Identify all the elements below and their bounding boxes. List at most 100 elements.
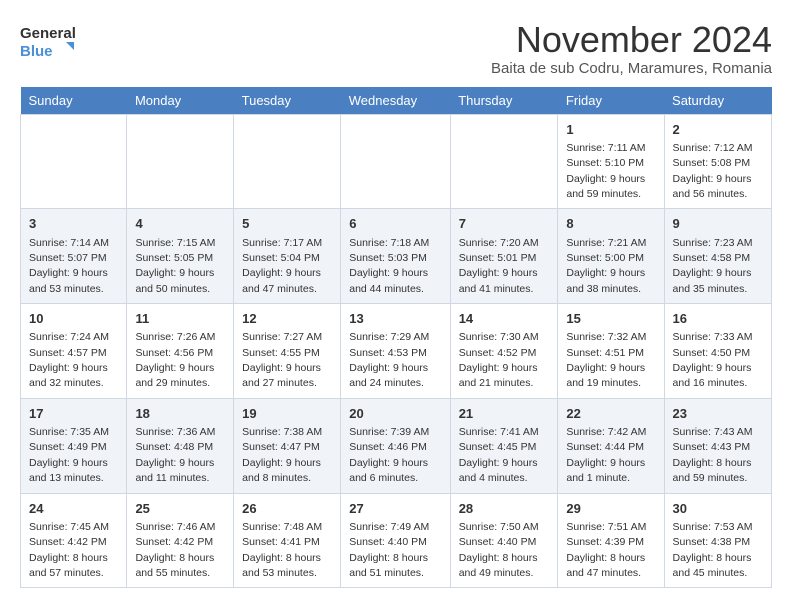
- day-info: Sunrise: 7:35 AM Sunset: 4:49 PM Dayligh…: [29, 426, 109, 484]
- day-number: 8: [566, 215, 655, 233]
- weekday-header-thursday: Thursday: [450, 87, 558, 115]
- logo-svg: GeneralBlue: [20, 20, 80, 64]
- day-info: Sunrise: 7:36 AM Sunset: 4:48 PM Dayligh…: [135, 426, 215, 484]
- day-number: 13: [349, 310, 441, 328]
- calendar-cell: [234, 114, 341, 209]
- weekday-header-tuesday: Tuesday: [234, 87, 341, 115]
- calendar-cell: 21 Sunrise: 7:41 AM Sunset: 4:45 PM Dayli…: [450, 398, 558, 493]
- day-number: 29: [566, 500, 655, 518]
- calendar-cell: 19 Sunrise: 7:38 AM Sunset: 4:47 PM Dayli…: [234, 398, 341, 493]
- calendar-week-row: 17 Sunrise: 7:35 AM Sunset: 4:49 PM Dayli…: [21, 398, 772, 493]
- calendar-cell: 15 Sunrise: 7:32 AM Sunset: 4:51 PM Dayli…: [558, 304, 664, 399]
- day-number: 16: [673, 310, 763, 328]
- calendar-cell: 1Sunrise: 7:11 AM Sunset: 5:10 PM Daylig…: [558, 114, 664, 209]
- calendar-cell: [341, 114, 450, 209]
- day-number: 1: [566, 121, 655, 139]
- calendar-cell: 18Sunrise: 7:36 AM Sunset: 4:48 PM Dayli…: [127, 398, 234, 493]
- day-info: Sunrise: 7:42 AM Sunset: 4:44 PM Dayligh…: [566, 426, 646, 484]
- day-number: 14: [459, 310, 550, 328]
- calendar-week-row: 3 Sunrise: 7:14 AM Sunset: 5:07 PM Daylig…: [21, 209, 772, 304]
- day-info: Sunrise: 7:17 AM Sunset: 5:04 PM Dayligh…: [242, 237, 322, 295]
- day-info: Sunrise: 7:33 AM Sunset: 4:50 PM Dayligh…: [673, 331, 753, 389]
- day-number: 9: [673, 215, 763, 233]
- day-info: Sunrise: 7:38 AM Sunset: 4:47 PM Dayligh…: [242, 426, 322, 484]
- day-info: Sunrise: 7:21 AM Sunset: 5:00 PM Dayligh…: [566, 237, 646, 295]
- day-number: 24: [29, 500, 118, 518]
- day-info: Sunrise: 7:50 AM Sunset: 4:40 PM Dayligh…: [459, 521, 539, 579]
- calendar-cell: 2 Sunrise: 7:12 AM Sunset: 5:08 PM Daylig…: [664, 114, 771, 209]
- day-info: Sunrise: 7:14 AM Sunset: 5:07 PM Dayligh…: [29, 237, 109, 295]
- day-info: Sunrise: 7:32 AM Sunset: 4:51 PM Dayligh…: [566, 331, 646, 389]
- calendar-cell: 3 Sunrise: 7:14 AM Sunset: 5:07 PM Daylig…: [21, 209, 127, 304]
- calendar-cell: 7 Sunrise: 7:20 AM Sunset: 5:01 PM Daylig…: [450, 209, 558, 304]
- svg-text:General: General: [20, 25, 76, 42]
- calendar-cell: 11Sunrise: 7:26 AM Sunset: 4:56 PM Dayli…: [127, 304, 234, 399]
- weekday-header-saturday: Saturday: [664, 87, 771, 115]
- day-number: 21: [459, 405, 550, 423]
- weekday-header-monday: Monday: [127, 87, 234, 115]
- calendar-cell: 28 Sunrise: 7:50 AM Sunset: 4:40 PM Dayli…: [450, 493, 558, 588]
- calendar-cell: 9 Sunrise: 7:23 AM Sunset: 4:58 PM Daylig…: [664, 209, 771, 304]
- day-info: Sunrise: 7:18 AM Sunset: 5:03 PM Dayligh…: [349, 237, 429, 295]
- day-info: Sunrise: 7:12 AM Sunset: 5:08 PM Dayligh…: [673, 142, 753, 200]
- calendar-cell: [21, 114, 127, 209]
- day-number: 3: [29, 215, 118, 233]
- day-number: 11: [135, 310, 225, 328]
- calendar-cell: 29 Sunrise: 7:51 AM Sunset: 4:39 PM Dayli…: [558, 493, 664, 588]
- day-number: 12: [242, 310, 332, 328]
- month-title: November 2024: [491, 20, 772, 60]
- day-info: Sunrise: 7:27 AM Sunset: 4:55 PM Dayligh…: [242, 331, 322, 389]
- weekday-header-wednesday: Wednesday: [341, 87, 450, 115]
- weekday-header-friday: Friday: [558, 87, 664, 115]
- day-number: 20: [349, 405, 441, 423]
- day-number: 19: [242, 405, 332, 423]
- weekday-header-sunday: Sunday: [21, 87, 127, 115]
- calendar-cell: 6 Sunrise: 7:18 AM Sunset: 5:03 PM Daylig…: [341, 209, 450, 304]
- day-number: 15: [566, 310, 655, 328]
- day-info: Sunrise: 7:20 AM Sunset: 5:01 PM Dayligh…: [459, 237, 539, 295]
- day-number: 2: [673, 121, 763, 139]
- day-number: 6: [349, 215, 441, 233]
- calendar-week-row: 24Sunrise: 7:45 AM Sunset: 4:42 PM Dayli…: [21, 493, 772, 588]
- calendar-cell: [450, 114, 558, 209]
- day-number: 7: [459, 215, 550, 233]
- day-info: Sunrise: 7:43 AM Sunset: 4:43 PM Dayligh…: [673, 426, 753, 484]
- calendar-cell: 4 Sunrise: 7:15 AM Sunset: 5:05 PM Daylig…: [127, 209, 234, 304]
- calendar-cell: [127, 114, 234, 209]
- day-number: 25: [135, 500, 225, 518]
- calendar-cell: 5 Sunrise: 7:17 AM Sunset: 5:04 PM Daylig…: [234, 209, 341, 304]
- day-info: Sunrise: 7:15 AM Sunset: 5:05 PM Dayligh…: [135, 237, 215, 295]
- day-info: Sunrise: 7:48 AM Sunset: 4:41 PM Dayligh…: [242, 521, 322, 579]
- day-number: 17: [29, 405, 118, 423]
- day-number: 5: [242, 215, 332, 233]
- logo: GeneralBlue: [20, 20, 80, 64]
- day-info: Sunrise: 7:23 AM Sunset: 4:58 PM Dayligh…: [673, 237, 753, 295]
- calendar-cell: 13 Sunrise: 7:29 AM Sunset: 4:53 PM Dayli…: [341, 304, 450, 399]
- page-header: GeneralBlue November 2024 Baita de sub C…: [20, 20, 772, 77]
- calendar-cell: 23Sunrise: 7:43 AM Sunset: 4:43 PM Dayli…: [664, 398, 771, 493]
- day-info: Sunrise: 7:29 AM Sunset: 4:53 PM Dayligh…: [349, 331, 429, 389]
- day-info: Sunrise: 7:46 AM Sunset: 4:42 PM Dayligh…: [135, 521, 215, 579]
- calendar-week-row: 1Sunrise: 7:11 AM Sunset: 5:10 PM Daylig…: [21, 114, 772, 209]
- day-number: 28: [459, 500, 550, 518]
- day-number: 30: [673, 500, 763, 518]
- calendar-cell: 10Sunrise: 7:24 AM Sunset: 4:57 PM Dayli…: [21, 304, 127, 399]
- day-info: Sunrise: 7:41 AM Sunset: 4:45 PM Dayligh…: [459, 426, 539, 484]
- day-info: Sunrise: 7:53 AM Sunset: 4:38 PM Dayligh…: [673, 521, 753, 579]
- calendar-cell: 26Sunrise: 7:48 AM Sunset: 4:41 PM Dayli…: [234, 493, 341, 588]
- weekday-header-row: SundayMondayTuesdayWednesdayThursdayFrid…: [21, 87, 772, 115]
- calendar-table: SundayMondayTuesdayWednesdayThursdayFrid…: [20, 87, 772, 589]
- calendar-cell: 8 Sunrise: 7:21 AM Sunset: 5:00 PM Daylig…: [558, 209, 664, 304]
- day-number: 22: [566, 405, 655, 423]
- day-info: Sunrise: 7:39 AM Sunset: 4:46 PM Dayligh…: [349, 426, 429, 484]
- day-info: Sunrise: 7:51 AM Sunset: 4:39 PM Dayligh…: [566, 521, 646, 579]
- day-info: Sunrise: 7:49 AM Sunset: 4:40 PM Dayligh…: [349, 521, 429, 579]
- day-number: 4: [135, 215, 225, 233]
- calendar-cell: 12 Sunrise: 7:27 AM Sunset: 4:55 PM Dayli…: [234, 304, 341, 399]
- calendar-cell: 16 Sunrise: 7:33 AM Sunset: 4:50 PM Dayli…: [664, 304, 771, 399]
- calendar-cell: 20 Sunrise: 7:39 AM Sunset: 4:46 PM Dayli…: [341, 398, 450, 493]
- day-info: Sunrise: 7:30 AM Sunset: 4:52 PM Dayligh…: [459, 331, 539, 389]
- calendar-cell: 25 Sunrise: 7:46 AM Sunset: 4:42 PM Dayli…: [127, 493, 234, 588]
- calendar-cell: 24Sunrise: 7:45 AM Sunset: 4:42 PM Dayli…: [21, 493, 127, 588]
- calendar-cell: 14 Sunrise: 7:30 AM Sunset: 4:52 PM Dayli…: [450, 304, 558, 399]
